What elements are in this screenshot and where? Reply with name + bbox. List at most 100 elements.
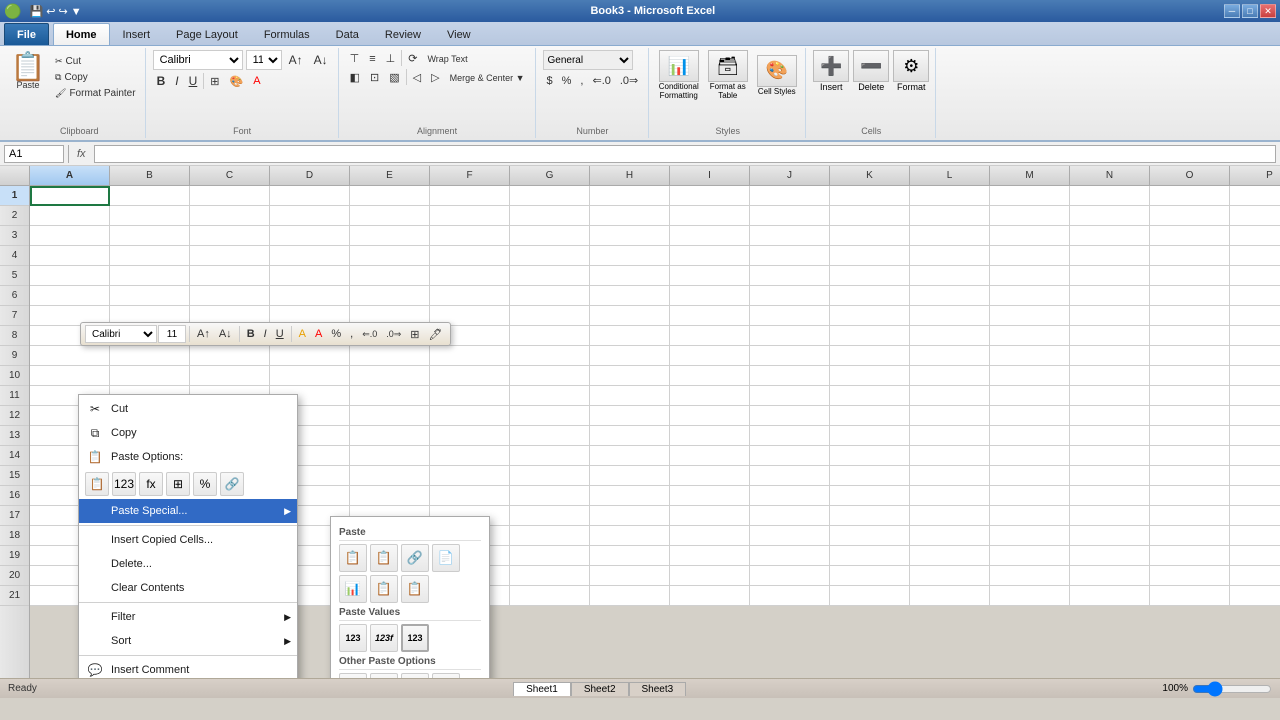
- cell-N4[interactable]: [1070, 246, 1150, 266]
- format-cell-button[interactable]: ⚙ Format: [893, 50, 929, 92]
- cell-F11[interactable]: [430, 386, 510, 406]
- borders-button[interactable]: ⊞: [206, 73, 223, 90]
- cell-C4[interactable]: [190, 246, 270, 266]
- cell-G15[interactable]: [510, 466, 590, 486]
- paste-icon-formulas-num[interactable]: 🔗: [401, 544, 429, 572]
- cell-F16[interactable]: [430, 486, 510, 506]
- cell-K10[interactable]: [830, 366, 910, 386]
- col-header-G[interactable]: G: [510, 166, 590, 185]
- cell-K5[interactable]: [830, 266, 910, 286]
- cell-G6[interactable]: [510, 286, 590, 306]
- tab-review[interactable]: Review: [372, 23, 434, 45]
- paste-option-5[interactable]: %: [193, 472, 217, 496]
- cell-F9[interactable]: [430, 346, 510, 366]
- cell-O15[interactable]: [1150, 466, 1230, 486]
- col-header-L[interactable]: L: [910, 166, 990, 185]
- cell-K1[interactable]: [830, 186, 910, 206]
- col-header-M[interactable]: M: [990, 166, 1070, 185]
- cell-H12[interactable]: [590, 406, 670, 426]
- cell-G13[interactable]: [510, 426, 590, 446]
- cell-A6[interactable]: [30, 286, 110, 306]
- cell-J18[interactable]: [750, 526, 830, 546]
- mini-italic-button[interactable]: I: [260, 326, 271, 342]
- cell-I5[interactable]: [670, 266, 750, 286]
- tab-insert[interactable]: Insert: [110, 23, 164, 45]
- mini-increase-font-button[interactable]: A↑: [193, 326, 214, 342]
- cell-J7[interactable]: [750, 306, 830, 326]
- cell-N15[interactable]: [1070, 466, 1150, 486]
- row-header-3[interactable]: 3: [0, 226, 29, 246]
- cell-N13[interactable]: [1070, 426, 1150, 446]
- mini-highlight-button[interactable]: 🖊: [425, 326, 447, 343]
- cell-A2[interactable]: [30, 206, 110, 226]
- row-header-11[interactable]: 11: [0, 386, 29, 406]
- cell-D10[interactable]: [270, 366, 350, 386]
- paste-icon-keep-widths[interactable]: 📋: [370, 575, 398, 603]
- cell-G21[interactable]: [510, 586, 590, 606]
- cell-J12[interactable]: [750, 406, 830, 426]
- tab-home[interactable]: Home: [53, 23, 110, 45]
- cell-I9[interactable]: [670, 346, 750, 366]
- cell-L6[interactable]: [910, 286, 990, 306]
- cell-K13[interactable]: [830, 426, 910, 446]
- cell-O1[interactable]: [1150, 186, 1230, 206]
- row-header-21[interactable]: 21: [0, 586, 29, 606]
- cell-K12[interactable]: [830, 406, 910, 426]
- col-header-N[interactable]: N: [1070, 166, 1150, 185]
- cell-J17[interactable]: [750, 506, 830, 526]
- cell-B10[interactable]: [110, 366, 190, 386]
- cell-H6[interactable]: [590, 286, 670, 306]
- cell-J15[interactable]: [750, 466, 830, 486]
- col-header-A[interactable]: A: [30, 166, 110, 185]
- paste-values-icon-1[interactable]: 123: [339, 624, 367, 652]
- cell-M11[interactable]: [990, 386, 1070, 406]
- cell-H16[interactable]: [590, 486, 670, 506]
- cell-K20[interactable]: [830, 566, 910, 586]
- decrease-indent-button[interactable]: ◁: [409, 69, 425, 86]
- row-header-19[interactable]: 19: [0, 546, 29, 566]
- other-paste-icon-3[interactable]: 📷: [401, 673, 429, 678]
- cell-F13[interactable]: [430, 426, 510, 446]
- cell-N8[interactable]: [1070, 326, 1150, 346]
- cell-H8[interactable]: [590, 326, 670, 346]
- cell-F10[interactable]: [430, 366, 510, 386]
- cell-P4[interactable]: [1230, 246, 1280, 266]
- ctx-copy[interactable]: ⧉ Copy: [79, 421, 297, 445]
- cell-J20[interactable]: [750, 566, 830, 586]
- currency-button[interactable]: $: [543, 72, 557, 89]
- cell-P9[interactable]: [1230, 346, 1280, 366]
- cell-E10[interactable]: [350, 366, 430, 386]
- cell-F1[interactable]: [430, 186, 510, 206]
- cell-G20[interactable]: [510, 566, 590, 586]
- fill-color-button[interactable]: 🎨: [225, 73, 247, 90]
- cell-J9[interactable]: [750, 346, 830, 366]
- row-header-17[interactable]: 17: [0, 506, 29, 526]
- cell-E6[interactable]: [350, 286, 430, 306]
- mini-underline-button[interactable]: U: [272, 326, 288, 342]
- cell-P14[interactable]: [1230, 446, 1280, 466]
- cell-K18[interactable]: [830, 526, 910, 546]
- cell-P7[interactable]: [1230, 306, 1280, 326]
- cell-G14[interactable]: [510, 446, 590, 466]
- cell-H7[interactable]: [590, 306, 670, 326]
- cell-M8[interactable]: [990, 326, 1070, 346]
- cell-O14[interactable]: [1150, 446, 1230, 466]
- format-painter-button[interactable]: 🖌 Format Painter: [52, 86, 139, 101]
- cell-M3[interactable]: [990, 226, 1070, 246]
- other-paste-icon-1[interactable]: %: [339, 673, 367, 678]
- cell-P18[interactable]: [1230, 526, 1280, 546]
- cell-D5[interactable]: [270, 266, 350, 286]
- cell-C10[interactable]: [190, 366, 270, 386]
- row-header-13[interactable]: 13: [0, 426, 29, 446]
- cell-O11[interactable]: [1150, 386, 1230, 406]
- cell-G12[interactable]: [510, 406, 590, 426]
- cell-N18[interactable]: [1070, 526, 1150, 546]
- ctx-sort[interactable]: Sort ▶: [79, 629, 297, 653]
- row-header-1[interactable]: 1: [0, 186, 29, 206]
- cell-G10[interactable]: [510, 366, 590, 386]
- cell-N7[interactable]: [1070, 306, 1150, 326]
- cell-P15[interactable]: [1230, 466, 1280, 486]
- cell-O3[interactable]: [1150, 226, 1230, 246]
- cell-L18[interactable]: [910, 526, 990, 546]
- maximize-button[interactable]: □: [1242, 4, 1258, 18]
